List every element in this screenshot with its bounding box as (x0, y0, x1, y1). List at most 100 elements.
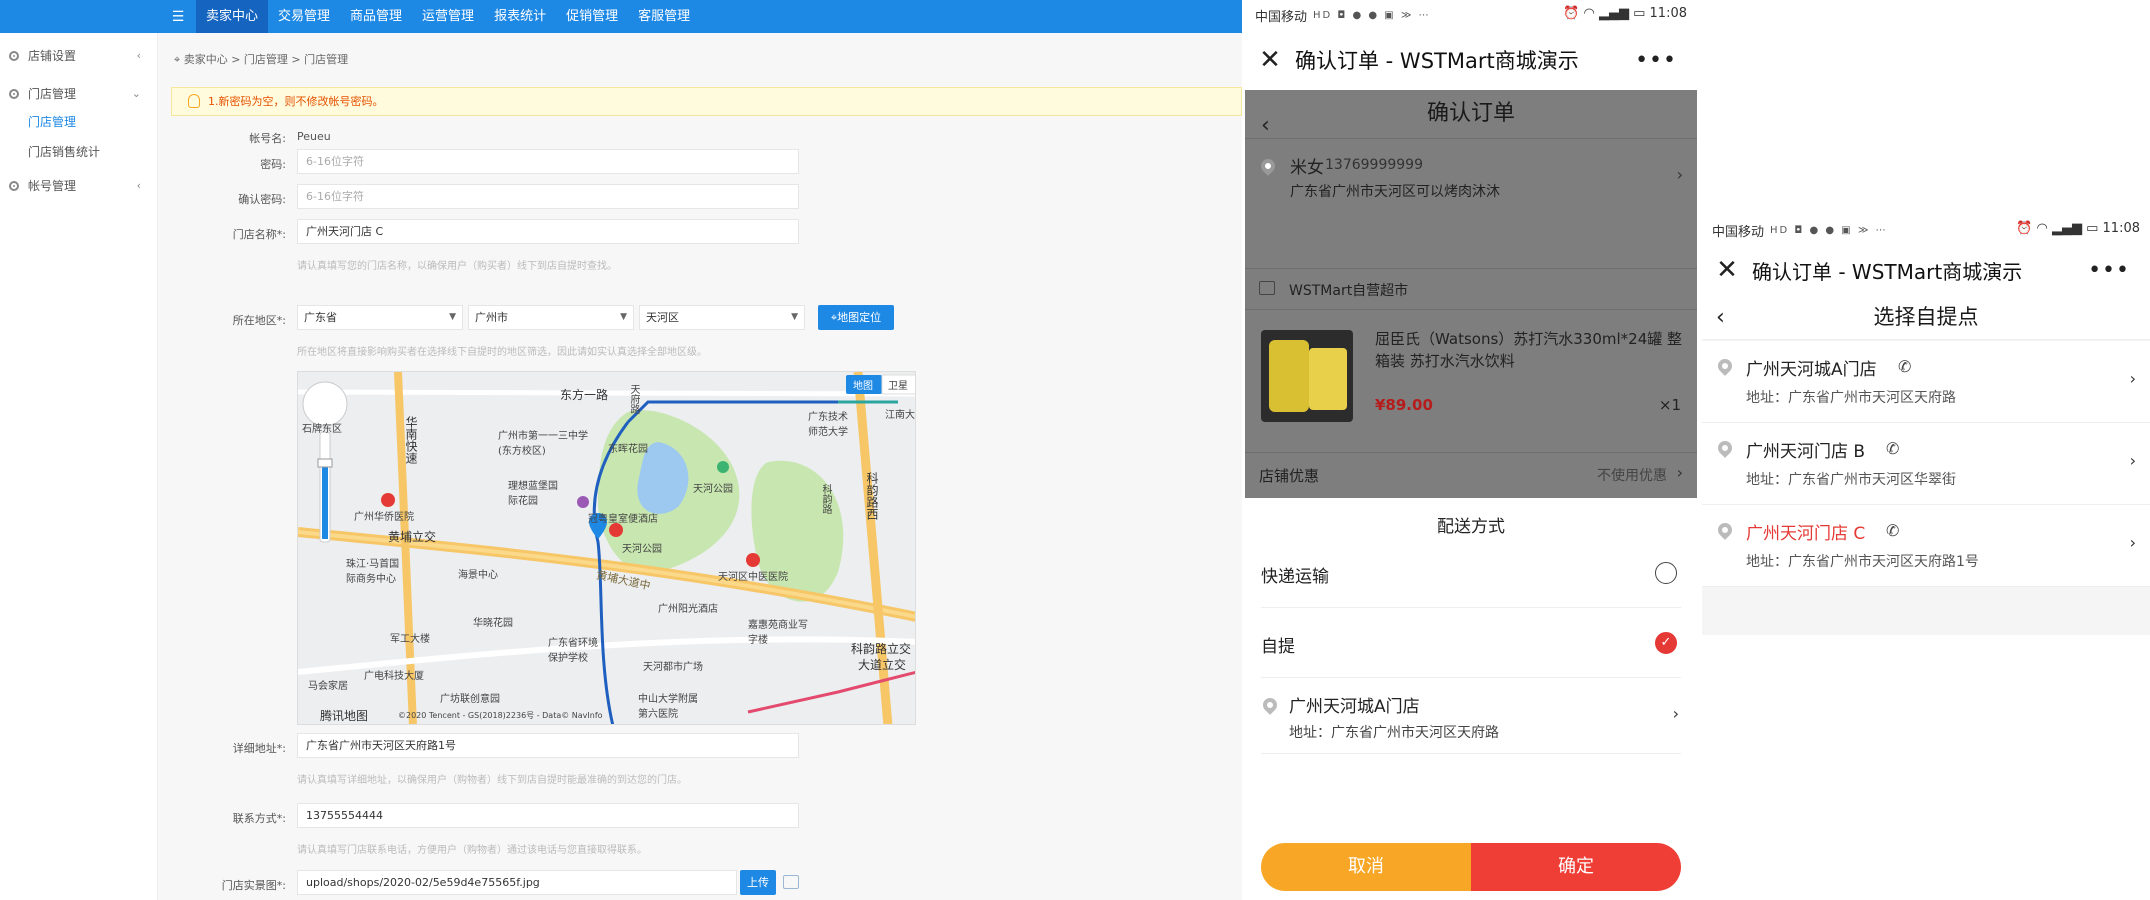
store-name: 广州天河门店 B (1746, 442, 1866, 462)
sidebar-item-label: 店铺设置 (28, 49, 77, 63)
account-label: 帐号名: (249, 132, 286, 145)
image-icon[interactable] (783, 875, 799, 889)
coupon-row[interactable]: 店铺优惠 不使用优惠 › (1245, 452, 1697, 496)
pickup-store-item[interactable]: 广州天河城A门店 ✆ 地址：广东省广州市天河区天府路 › (1702, 341, 2150, 423)
receiver-phone: 13769999999 (1325, 157, 1423, 173)
confirm-button[interactable]: 确定 (1471, 843, 1681, 891)
phone-icon[interactable]: ✆ (1886, 521, 1899, 540)
map-label: 冠粤皇室便酒店 (588, 514, 658, 525)
product-row[interactable]: 屈臣氏（Watsons）苏打汽水330ml*24罐 整箱装 苏打水汽水饮料 ¥8… (1245, 310, 1697, 434)
pickup-store-address: 地址：广东省广州市天河区天府路 (1289, 725, 1499, 741)
status-bar: 中国移动 HD ◘ ● ● ▣ ≫ ⋯ ⏰ ◠ ▂▄▆ ▭ 11:08 (1702, 215, 2150, 245)
city-select[interactable]: 广州市 ▼ (468, 305, 634, 330)
pickup-store-item-selected[interactable]: 广州天河门店 C ✆ 地址：广东省广州市天河区天府路1号 › (1702, 505, 2150, 587)
phone-icon[interactable]: ✆ (1898, 357, 1911, 376)
region-hint: 所在地区将直接影响购买者在选择线下自提时的地区筛选，因此请如实认真选择全部地区级… (297, 347, 707, 358)
chevron-right-icon: › (1672, 704, 1679, 723)
pickup-store-item[interactable]: 广州天河门店 B ✆ 地址：广东省广州市天河区华翠街 › (1702, 423, 2150, 505)
map-label: 广州阳光酒店 (658, 604, 718, 615)
top-nav: ☰ 卖家中心 交易管理 商品管理 运营管理 报表统计 促销管理 客服管理 (0, 0, 1242, 33)
cancel-button[interactable]: 取消 (1261, 843, 1471, 891)
confirm-password-input[interactable]: 6-16位字符 (297, 184, 799, 209)
sidebar: 店铺设置 ‹ 门店管理 ⌄ 门店管理 门店销售统计 帐号管理 ‹ (0, 33, 158, 900)
sidebar-item-account[interactable]: 帐号管理 ‹ (0, 173, 157, 199)
sidebar-item-store-management[interactable]: 门店管理 ⌄ (0, 81, 157, 107)
district-select[interactable]: 天河区 ▼ (639, 305, 805, 330)
map-label: 天河公园 (693, 484, 733, 495)
contact-input[interactable]: 13755554444 (297, 803, 799, 828)
caret-down-icon: ▼ (449, 312, 456, 322)
nav-reports[interactable]: 报表统计 (484, 0, 556, 33)
back-chevron-icon[interactable]: ‹ (1716, 295, 1725, 340)
delivery-sheet: 配送方式 快递运输 自提 ✓ 广州天河城A门店 地址：广东省广州市天河区天府路 … (1245, 498, 1697, 900)
store-address: 地址：广东省广州市天河区天府路1号 (1746, 554, 1979, 570)
password-input[interactable]: 6-16位字符 (297, 149, 799, 174)
radio-checked-icon[interactable]: ✓ (1655, 632, 1677, 654)
carrier-label: 中国移动 (1712, 224, 1765, 240)
map-label: 嘉惠苑商业写字楼 (748, 620, 808, 646)
radio-unchecked-icon[interactable] (1655, 562, 1677, 584)
map-tab-map[interactable]: 地图 (853, 377, 873, 392)
store-name-input[interactable]: 广州天河门店 C (297, 219, 799, 244)
map-label: 马会家居 (308, 681, 348, 692)
map-label: 黄埔立交 (388, 530, 437, 544)
phone-icon[interactable]: ✆ (1886, 439, 1899, 458)
sidebar-subitem-store-sales[interactable]: 门店销售统计 (0, 137, 157, 167)
nav-promotion[interactable]: 促销管理 (556, 0, 628, 33)
sheet-title: 配送方式 (1437, 517, 1505, 537)
product-name: 屈臣氏（Watsons）苏打汽水330ml*24罐 整箱装 苏打水汽水饮料 (1375, 330, 1683, 370)
option-express[interactable]: 快递运输 (1261, 538, 1681, 608)
battery-icon: ▭ (2086, 221, 2099, 236)
map-label: 广东省环境保护学校 (548, 638, 598, 664)
store-address: 地址：广东省广州市天河区华翠街 (1746, 472, 1956, 488)
pickup-store-row[interactable]: 广州天河城A门店 地址：广东省广州市天河区天府路 › (1260, 678, 1681, 754)
store-address: 地址：广东省广州市天河区天府路 (1746, 390, 1956, 406)
sidebar-item-shop-settings[interactable]: 店铺设置 ‹ (0, 43, 157, 69)
photo-label: 门店实景图*: (221, 879, 286, 892)
map-label: 天府路 (628, 384, 639, 414)
more-icon[interactable]: ••• (1635, 48, 1677, 73)
map-label: 珠江·马首国际商务中心 (346, 559, 400, 585)
nav-goods[interactable]: 商品管理 (340, 0, 412, 33)
status-icons: HD ◘ ● ● ▣ ≫ ⋯ (1313, 9, 1431, 21)
province-select[interactable]: 广东省 ▼ (297, 305, 463, 330)
chevron-right-icon: › (2129, 369, 2136, 388)
nav-trade[interactable]: 交易管理 (268, 0, 340, 33)
nav-service[interactable]: 客服管理 (628, 0, 700, 33)
upload-button[interactable]: 上传 (740, 870, 776, 895)
status-right: ⏰ ◠ ▂▄▆ ▭ 11:08 (2016, 221, 2140, 236)
wifi-icon: ◠ (1583, 6, 1595, 21)
map-locate-button[interactable]: ⌖地图定位 (818, 305, 894, 330)
map-label: 天河区中医医院 (718, 572, 788, 583)
map-label: 江南大学 (885, 410, 915, 421)
caret-down-icon: ▼ (620, 312, 627, 322)
alarm-icon: ⏰ (2016, 221, 2033, 236)
store-name-label: 门店名称*: (232, 228, 286, 241)
address-input[interactable]: 广东省广州市天河区天府路1号 (297, 733, 799, 758)
chevron-left-icon: ‹ (136, 49, 141, 62)
map-view[interactable]: 地图 卫星 东方一路 天府路 广州市第一一三中学(东方校区) 东晖花园 理想蓝堡… (297, 371, 916, 725)
nav-seller-center[interactable]: 卖家中心 (196, 0, 269, 33)
photo-path-input[interactable]: upload/shops/2020-02/5e59d4e75565f.jpg (297, 870, 737, 895)
nav-operation[interactable]: 运营管理 (412, 0, 484, 33)
phone-select-pickup: 中国移动 HD ◘ ● ● ▣ ≫ ⋯ ⏰ ◠ ▂▄▆ ▭ 11:08 ✕ 确认… (1702, 215, 2150, 635)
receiver-row[interactable]: 米女 13769999999 广东省广州市天河区可以烤肉沐沐 › (1245, 138, 1697, 224)
option-pickup[interactable]: 自提 ✓ (1261, 608, 1681, 678)
map-label: 军工大楼 (390, 634, 430, 645)
close-icon[interactable]: ✕ (1245, 45, 1295, 75)
sidebar-subitem-store-management[interactable]: 门店管理 (0, 107, 157, 137)
close-icon[interactable]: ✕ (1702, 255, 1752, 285)
shop-name: WSTMart自营超市 (1289, 283, 1409, 299)
confirm-password-label: 确认密码: (238, 193, 286, 206)
map-tab-satellite[interactable]: 卫星 (888, 377, 908, 392)
city-value: 广州市 (475, 311, 508, 324)
receiver-address: 广东省广州市天河区可以烤肉沐沐 (1290, 184, 1500, 200)
more-icon[interactable]: ••• (2088, 258, 2130, 283)
map-label: 科韵路西 (865, 472, 879, 520)
option-pickup-label: 自提 (1261, 637, 1295, 657)
circle-icon (9, 89, 19, 99)
menu-toggle-icon[interactable]: ☰ (160, 0, 196, 33)
circle-icon (9, 181, 19, 191)
phone-confirm-order: 中国移动 HD ◘ ● ● ▣ ≫ ⋯ ⏰ ◠ ▂▄▆ ▭ 11:08 ✕ 确认… (1245, 0, 1697, 900)
store-name: 广州天河门店 C (1746, 524, 1866, 544)
